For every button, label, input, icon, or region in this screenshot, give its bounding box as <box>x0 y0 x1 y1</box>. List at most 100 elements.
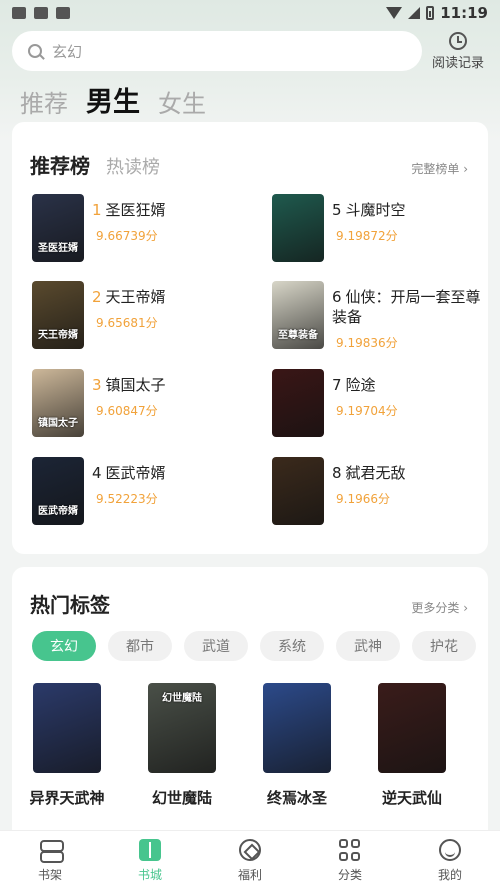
tag-xuanhuan[interactable]: 玄幻 <box>32 631 96 661</box>
book-score: 9.19836分 <box>336 336 398 350</box>
signal-icon <box>408 7 421 19</box>
book-cover: 圣医狂婿 <box>32 194 84 262</box>
book-cover <box>263 683 331 773</box>
search-placeholder: 玄幻 <box>52 42 83 61</box>
book-notification-icon <box>34 7 48 19</box>
tab-recommend-rank[interactable]: 推荐榜 <box>30 150 90 179</box>
tag-list: 玄幻 都市 武道 系统 武神 护花 <box>32 631 476 661</box>
nav-profile[interactable]: 我的 <box>400 831 500 888</box>
rank-item[interactable]: 至尊装备 6 仙侠：开局一套至尊装备 9.19836分 <box>272 281 492 353</box>
hot-tags-title: 热门标签 <box>30 593 110 617</box>
rank-number: 8 <box>332 464 342 482</box>
book-score: 9.52223分 <box>96 492 158 506</box>
rank-item[interactable]: 医武帝婿 4 医武帝婿 9.52223分 <box>32 457 252 529</box>
gender-tabs: 推荐 男生 女生 <box>20 80 206 119</box>
book-title: 终焉冰圣 <box>266 789 327 807</box>
full-ranking-link[interactable]: 完整榜单 › <box>411 160 468 177</box>
nav-label: 书架 <box>37 868 62 882</box>
book-score: 9.19704分 <box>336 404 398 418</box>
rank-number: 2 <box>92 288 102 306</box>
book-score: 9.66739分 <box>96 229 158 243</box>
profile-icon <box>439 839 461 861</box>
book-cover: 天王帝婿 <box>32 281 84 349</box>
nav-label: 书城 <box>137 868 162 882</box>
book-score: 9.19872分 <box>336 229 398 243</box>
ranking-card: 推荐榜 热读榜 完整榜单 › 圣医狂婿 1 圣医狂婿 9.66739分 天王帝婿 … <box>12 122 488 554</box>
notification-icons <box>12 7 70 19</box>
book-cover: 医武帝婿 <box>32 457 84 525</box>
hot-tags-header: 热门标签 更多分类 › <box>30 589 468 618</box>
tab-male[interactable]: 男生 <box>86 80 140 119</box>
rank-item[interactable]: 7 险途 9.19704分 <box>272 369 492 441</box>
hot-tags-card: 热门标签 更多分类 › 玄幻 都市 武道 系统 武神 护花 异界天武神 幻世魔陆… <box>12 567 488 847</box>
nav-category[interactable]: 分类 <box>300 831 400 888</box>
store-icon <box>139 839 161 861</box>
book-cover <box>272 457 324 525</box>
bottom-nav: 书架 书城 福利 分类 我的 <box>0 830 500 888</box>
reading-history-button[interactable]: 阅读记录 <box>432 31 484 71</box>
book-title: 镇国太子 <box>105 376 166 394</box>
app-notification-icon <box>56 7 70 19</box>
nav-label: 分类 <box>337 868 362 882</box>
rank-item[interactable]: 天王帝婿 2 天王帝婿 9.65681分 <box>32 281 252 353</box>
tag-xitong[interactable]: 系统 <box>260 631 324 661</box>
rank-number: 1 <box>92 201 102 219</box>
nav-bookstore[interactable]: 书城 <box>100 831 200 888</box>
book-cover <box>378 683 446 773</box>
book-card[interactable]: 逆天武仙 <box>377 683 447 808</box>
book-title: 圣医狂婿 <box>105 201 166 219</box>
tag-book-list: 异界天武神 幻世魔陆 幻世魔陆 终焉冰圣 逆天武仙 <box>30 683 447 808</box>
status-time: 11:19 <box>440 4 488 22</box>
book-title: 仙侠：开局一套至尊装备 <box>332 288 481 326</box>
rank-item[interactable]: 8 弑君无敌 9.1966分 <box>272 457 492 529</box>
tag-wushen[interactable]: 武神 <box>336 631 400 661</box>
book-cover: 镇国太子 <box>32 369 84 437</box>
book-title: 幻世魔陆 <box>151 789 212 807</box>
welfare-icon <box>239 839 261 861</box>
book-score: 9.1966分 <box>336 492 390 506</box>
book-card[interactable]: 幻世魔陆 幻世魔陆 <box>147 683 217 808</box>
book-title: 天王帝婿 <box>105 288 166 306</box>
book-card[interactable]: 终焉冰圣 <box>262 683 332 808</box>
search-row: 玄幻 阅读记录 <box>12 30 492 72</box>
book-cover <box>33 683 101 773</box>
rank-item[interactable]: 镇国太子 3 镇国太子 9.60847分 <box>32 369 252 441</box>
clock-icon <box>449 31 467 50</box>
tag-wudao[interactable]: 武道 <box>184 631 248 661</box>
status-right: 11:19 <box>386 4 488 22</box>
tag-huhua[interactable]: 护花 <box>412 631 476 661</box>
nav-label: 我的 <box>437 868 462 882</box>
more-categories-link[interactable]: 更多分类 › <box>411 599 468 616</box>
image-notification-icon <box>12 7 26 19</box>
book-title: 医武帝婿 <box>105 464 166 482</box>
battery-icon <box>426 6 435 20</box>
rank-number: 6 <box>332 288 342 306</box>
tab-female[interactable]: 女生 <box>158 84 206 119</box>
ranking-header: 推荐榜 热读榜 完整榜单 › <box>30 150 468 179</box>
tab-recommend[interactable]: 推荐 <box>20 84 68 119</box>
rank-number: 4 <box>92 464 102 482</box>
book-cover <box>272 194 324 262</box>
book-title: 斗魔时空 <box>345 201 406 219</box>
wifi-icon <box>386 7 403 19</box>
nav-bookshelf[interactable]: 书架 <box>0 831 100 888</box>
nav-welfare[interactable]: 福利 <box>200 831 300 888</box>
book-card[interactable]: 异界天武神 <box>30 683 105 808</box>
status-bar: 11:19 <box>0 0 500 26</box>
rank-number: 5 <box>332 201 342 219</box>
book-title: 弑君无敌 <box>345 464 406 482</box>
book-title: 逆天武仙 <box>381 789 442 807</box>
book-cover <box>272 369 324 437</box>
book-title: 险途 <box>345 376 376 394</box>
rank-number: 7 <box>332 376 342 394</box>
shelf-icon <box>39 839 64 863</box>
rank-item[interactable]: 圣医狂婿 1 圣医狂婿 9.66739分 <box>32 194 252 266</box>
nav-label: 福利 <box>237 868 262 882</box>
search-icon <box>28 44 42 58</box>
tab-hot-read-rank[interactable]: 热读榜 <box>106 153 160 179</box>
rank-item[interactable]: 5 斗魔时空 9.19872分 <box>272 194 492 266</box>
rank-number: 3 <box>92 376 102 394</box>
tag-dushi[interactable]: 都市 <box>108 631 172 661</box>
category-icon <box>339 839 361 861</box>
search-input[interactable]: 玄幻 <box>12 31 422 71</box>
